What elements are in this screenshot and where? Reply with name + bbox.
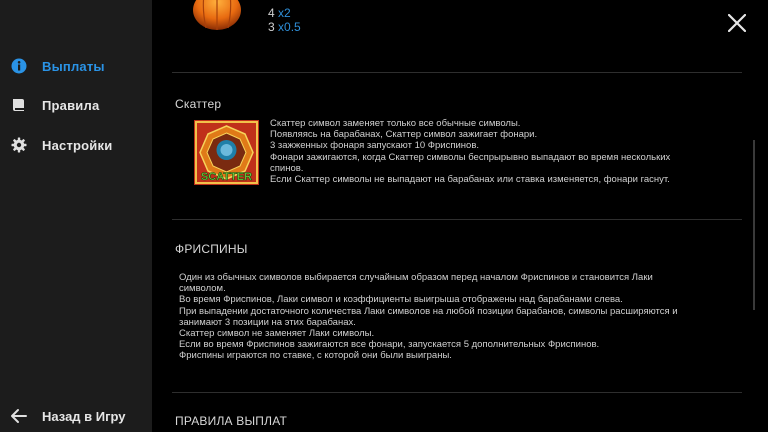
sidebar-item-label: Настройки	[42, 138, 113, 153]
payout-count: 4	[268, 6, 275, 20]
text-line: Появляясь на барабанах, Скаттер символ з…	[270, 129, 538, 141]
divider	[172, 72, 742, 73]
text-line: спинов.	[270, 162, 304, 174]
back-to-game-label: Назад в Игру	[42, 409, 126, 424]
sidebar-item-label: Выплаты	[42, 59, 105, 74]
scrollbar[interactable]	[753, 140, 755, 310]
scatter-description: Скаттер символ заменяет только все обычн…	[270, 118, 740, 185]
close-icon[interactable]	[728, 14, 746, 32]
freespins-description: Один из обычных символов выбирается случ…	[179, 272, 749, 362]
text-line: Скаттер символ не заменяет Лаки символы.	[179, 328, 375, 340]
sidebar-item-payouts[interactable]: Выплаты	[0, 47, 152, 87]
text-line: Фриспины играются по ставке, с которой о…	[179, 350, 452, 362]
payout-rules-section-title: ПРАВИЛА ВЫПЛАТ	[175, 414, 287, 428]
payout-row: 4 x2	[268, 6, 291, 20]
text-line: занимают 3 позиции на этих барабанах.	[179, 316, 356, 328]
text-line: символом.	[179, 283, 226, 295]
book-icon	[11, 97, 27, 113]
freespins-section-title: ФРИСПИНЫ	[175, 242, 248, 256]
text-line: Во время Фриспинов, Лаки символ и коэффи…	[179, 294, 623, 306]
payout-row: 3 x0.5	[268, 20, 301, 34]
text-line: При выпадении достаточного количества Ла…	[179, 305, 678, 317]
divider	[172, 219, 742, 220]
info-icon	[11, 58, 27, 74]
back-to-game-button[interactable]: Назад в Игру	[0, 400, 152, 432]
payout-count: 3	[268, 20, 275, 34]
pumpkin-symbol-icon	[193, 0, 241, 30]
paytable-content[interactable]: 4 x2 3 x0.5 Скаттер SCATTER Скаттер симв…	[152, 0, 768, 432]
text-line: Если во время Фриспинов зажигаются все ф…	[179, 339, 600, 351]
payout-multiplier: x2	[278, 6, 291, 20]
scatter-section-title: Скаттер	[175, 97, 222, 111]
divider	[172, 392, 742, 393]
scatter-symbol-icon: SCATTER	[194, 120, 259, 185]
payout-multiplier: x0.5	[278, 20, 301, 34]
sidebar-item-rules[interactable]: Правила	[0, 86, 152, 126]
sidebar: Выплаты Правила Настройки Назад в Игру	[0, 0, 152, 432]
scatter-symbol-label: SCATTER	[201, 171, 252, 183]
text-line: Фонари зажигаются, когда Скаттер символы…	[270, 151, 671, 163]
gear-icon	[11, 137, 27, 153]
text-line: Если Скаттер символы не выпадают на бара…	[270, 174, 670, 186]
arrow-left-icon	[10, 408, 28, 424]
sidebar-item-settings[interactable]: Настройки	[0, 126, 152, 166]
text-line: 3 зажженных фонаря запускают 10 Фриспино…	[270, 140, 480, 152]
text-line: Скаттер символ заменяет только все обычн…	[270, 118, 521, 129]
sidebar-item-label: Правила	[42, 98, 100, 113]
text-line: Один из обычных символов выбирается случ…	[179, 272, 653, 283]
